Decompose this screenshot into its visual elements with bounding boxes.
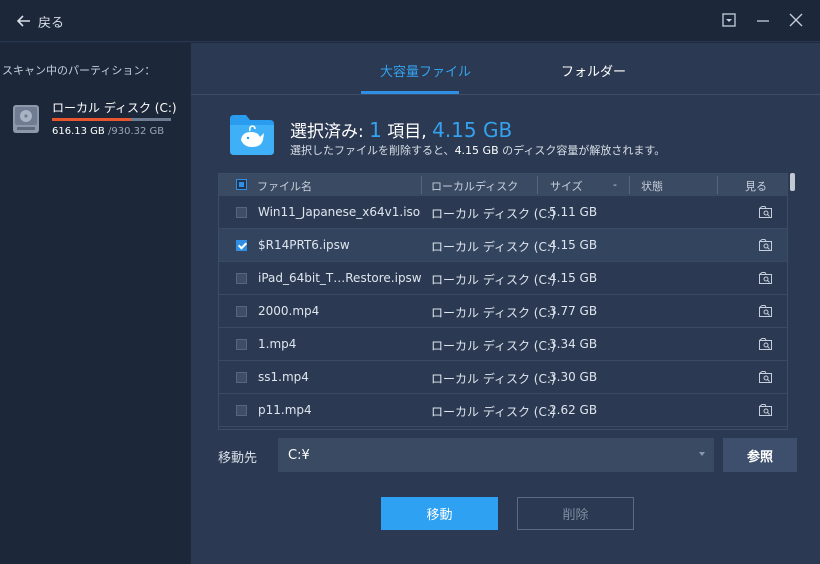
preview-icon[interactable] xyxy=(759,239,773,251)
file-size: 5.11 GB xyxy=(549,205,598,219)
tab-bar: 大容量ファイル フォルダー xyxy=(191,43,820,95)
row-checkbox[interactable] xyxy=(236,306,247,317)
usage-total: /930.32 GB xyxy=(107,126,165,137)
back-arrow-icon xyxy=(16,15,30,27)
file-name: 1.mp4 xyxy=(258,337,297,351)
row-checkbox[interactable] xyxy=(236,405,247,416)
row-checkbox[interactable] xyxy=(236,240,247,251)
summary-desc-before: 選択したファイルを削除すると、 xyxy=(290,144,455,157)
file-table: ファイル名 ローカルディスク サイズ - 状態 見る Win11_Japanes… xyxy=(218,173,788,430)
usage-used: 616.13 GB xyxy=(52,126,105,137)
summary-desc-size: 4.15 GB xyxy=(454,144,499,157)
whale-folder-icon xyxy=(230,115,274,155)
preview-icon[interactable] xyxy=(759,404,773,416)
table-row[interactable]: iPad_64bit_T…Restore.ipsw ローカル ディスク (C:)… xyxy=(219,262,787,295)
destination-label: 移動先 xyxy=(218,451,258,466)
usage-text: 616.13 GB /930.32 GB xyxy=(52,126,164,137)
file-name: 2000.mp4 xyxy=(258,304,320,318)
file-size: 3.77 GB xyxy=(549,304,598,318)
preview-icon[interactable] xyxy=(759,371,773,383)
minimize-button[interactable] xyxy=(754,11,772,29)
summary-description: 選択したファイルを削除すると、4.15 GB のディスク容量が解放されます。 xyxy=(290,142,665,158)
sort-indicator: - xyxy=(613,178,617,191)
table-row[interactable]: 1.mp4 ローカル ディスク (C:) 3.34 GB xyxy=(219,328,787,361)
file-size: 3.30 GB xyxy=(549,370,598,384)
close-button[interactable] xyxy=(787,11,805,29)
partition-item-c[interactable]: ローカル ディスク (C:) 616.13 GB /930.32 GB xyxy=(10,99,185,143)
file-name: p11.mp4 xyxy=(258,403,312,417)
file-name: Win11_Japanese_x64v1.iso xyxy=(258,205,421,219)
close-icon xyxy=(789,13,803,27)
table-row[interactable]: $R14PRT6.ipsw ローカル ディスク (C:) 4.15 GB xyxy=(219,229,787,262)
table-scrollbar[interactable] xyxy=(790,173,795,191)
browse-button[interactable]: 参照 xyxy=(723,438,797,472)
column-divider xyxy=(717,176,718,194)
column-divider xyxy=(537,176,538,194)
summary-count: 1 xyxy=(369,118,382,142)
file-disk: ローカル ディスク (C:) xyxy=(431,240,556,254)
select-all-checkbox[interactable] xyxy=(236,179,247,190)
tab-folders[interactable]: フォルダー xyxy=(561,61,626,80)
sidebar: スキャン中のパーティション： ローカル ディスク (C:) 616.13 GB … xyxy=(0,43,190,564)
destination-path-field[interactable] xyxy=(278,438,714,472)
tab-active-underline xyxy=(361,91,459,94)
hard-disk-icon xyxy=(13,105,39,133)
column-header-disk[interactable]: ローカルディスク xyxy=(431,178,518,194)
preview-icon[interactable] xyxy=(759,272,773,284)
file-disk: ローカル ディスク (C:) xyxy=(431,207,556,221)
file-size: 4.15 GB xyxy=(549,238,598,252)
file-name: iPad_64bit_T…Restore.ipsw xyxy=(258,271,422,285)
tab-large-files[interactable]: 大容量ファイル xyxy=(380,61,471,80)
file-disk: ローカル ディスク (C:) xyxy=(431,339,556,353)
partition-name: ローカル ディスク (C:) xyxy=(52,101,177,115)
usage-bar-fill xyxy=(52,118,131,121)
column-divider xyxy=(629,176,630,194)
back-button[interactable]: 戻る xyxy=(16,10,64,32)
summary-desc-after: のディスク容量が解放されます。 xyxy=(498,144,666,157)
column-header-view: 見る xyxy=(745,180,767,193)
column-divider xyxy=(421,176,422,194)
main-panel: 大容量ファイル フォルダー 選択済み: 1 項目, 4.15 GB 選択したファ… xyxy=(191,43,820,564)
table-row[interactable]: p11.mp4 ローカル ディスク (C:) 2.62 GB xyxy=(219,394,787,427)
file-size: 2.62 GB xyxy=(549,403,598,417)
column-header-size[interactable]: サイズ xyxy=(550,178,583,194)
chevron-down-icon[interactable] xyxy=(699,452,705,456)
sidebar-title: スキャン中のパーティション： xyxy=(2,64,156,77)
table-header: ファイル名 ローカルディスク サイズ - 状態 見る xyxy=(219,174,787,196)
preview-icon[interactable] xyxy=(759,305,773,317)
file-disk: ローカル ディスク (C:) xyxy=(431,405,556,419)
preview-icon[interactable] xyxy=(759,206,773,218)
move-button[interactable]: 移動 xyxy=(381,497,498,530)
summary-prefix: 選択済み: xyxy=(290,122,370,142)
table-row[interactable]: ss1.mp4 ローカル ディスク (C:) 3.30 GB xyxy=(219,361,787,394)
summary-unit: 項目, xyxy=(381,122,433,142)
row-checkbox[interactable] xyxy=(236,339,247,350)
column-header-status[interactable]: 状態 xyxy=(641,178,663,194)
table-row[interactable]: 2000.mp4 ローカル ディスク (C:) 3.77 GB xyxy=(219,295,787,328)
minimize-icon xyxy=(757,20,769,22)
delete-button[interactable]: 削除 xyxy=(517,497,634,530)
row-checkbox[interactable] xyxy=(236,372,247,383)
file-name: $R14PRT6.ipsw xyxy=(258,238,350,252)
preview-icon[interactable] xyxy=(759,338,773,350)
file-name: ss1.mp4 xyxy=(258,370,309,384)
dropdown-menu-button[interactable] xyxy=(720,11,738,29)
selection-summary: 選択済み: 1 項目, 4.15 GB xyxy=(290,117,512,142)
dropdown-menu-icon xyxy=(722,13,736,27)
file-size: 3.34 GB xyxy=(549,337,598,351)
file-disk: ローカル ディスク (C:) xyxy=(431,372,556,386)
table-row[interactable]: Win11_Japanese_x64v1.iso ローカル ディスク (C:) … xyxy=(219,196,787,229)
title-bar: 戻る xyxy=(0,0,820,42)
usage-bar xyxy=(52,118,171,121)
back-label: 戻る xyxy=(38,15,65,31)
column-header-name[interactable]: ファイル名 xyxy=(257,178,312,194)
file-disk: ローカル ディスク (C:) xyxy=(431,306,556,320)
row-checkbox[interactable] xyxy=(236,273,247,284)
file-size: 4.15 GB xyxy=(549,271,598,285)
row-checkbox[interactable] xyxy=(236,207,247,218)
file-disk: ローカル ディスク (C:) xyxy=(431,273,556,287)
summary-size: 4.15 GB xyxy=(432,118,513,142)
